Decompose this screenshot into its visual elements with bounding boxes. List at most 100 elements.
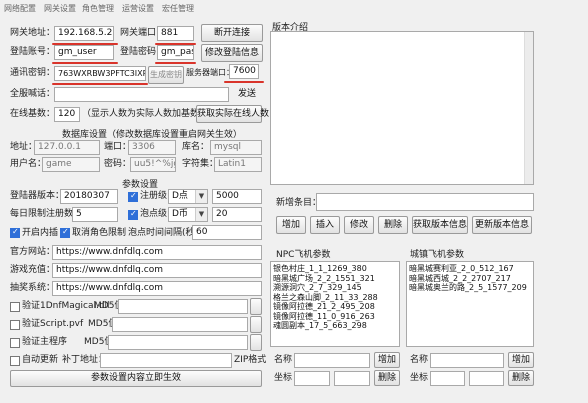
menu-item-network[interactable]: 网络配置 bbox=[4, 3, 36, 14]
npc-delete-button[interactable]: 删除 bbox=[374, 370, 400, 386]
lottery-label: 抽奖系统： bbox=[10, 283, 56, 293]
apply-params-button[interactable]: 参数设置内容立即生效 bbox=[10, 370, 262, 387]
db-charset-input[interactable]: Latin1 bbox=[214, 157, 262, 172]
highlight-underline bbox=[52, 83, 148, 85]
register-checkbox[interactable] bbox=[128, 191, 138, 202]
disconnect-button[interactable]: 断开连接 bbox=[201, 24, 263, 42]
version-insert-button[interactable]: 插入 bbox=[310, 216, 340, 234]
official-site-label: 官方网站： bbox=[10, 247, 56, 257]
login-password-input[interactable]: gm_pass bbox=[157, 45, 194, 60]
db-user-input[interactable]: game bbox=[42, 157, 100, 172]
city-add-button[interactable]: 增加 bbox=[508, 352, 534, 368]
official-site-input[interactable]: https://www.dnfdlq.com bbox=[52, 245, 262, 260]
verify-main-md5-input[interactable] bbox=[108, 335, 248, 350]
version-intro-textarea[interactable] bbox=[270, 31, 534, 185]
npc-coord-x-input[interactable] bbox=[294, 371, 330, 386]
online-base-input[interactable]: 120 bbox=[54, 107, 80, 122]
verify-pvf-md5-input[interactable] bbox=[112, 317, 248, 332]
city-list[interactable]: 暗黑城赛利亚_2_0_512_167 暗黑城西城_2_2_2707_217 暗黑… bbox=[406, 261, 534, 347]
recharge-input[interactable]: https://www.dnfdlq.com bbox=[52, 263, 262, 278]
db-charset-label: 字符集： bbox=[182, 159, 219, 169]
version-scrollbar[interactable] bbox=[524, 32, 533, 184]
db-port-input[interactable]: 3306 bbox=[128, 140, 176, 155]
daily-limit-input[interactable]: 5 bbox=[72, 207, 118, 222]
db-port-label: 端口： bbox=[104, 142, 132, 152]
npc-coord-label: 坐标 bbox=[274, 373, 293, 383]
city-name-input[interactable] bbox=[430, 353, 504, 368]
gateway-address-input[interactable]: 192.168.5.235 bbox=[54, 26, 114, 41]
city-coord-y-input[interactable] bbox=[469, 371, 504, 386]
npc-group-title: NPC飞机参数 bbox=[276, 250, 331, 260]
list-item[interactable]: 银色村庄_1_1_1269_380 bbox=[271, 264, 399, 274]
launcher-version-label: 登陆器版本： bbox=[10, 191, 65, 201]
version-delete-button[interactable]: 删除 bbox=[378, 216, 408, 234]
gateway-address-label: 网关地址： bbox=[10, 28, 56, 38]
bubble-time-input[interactable]: 60 bbox=[192, 225, 262, 240]
auto-update-checkbox[interactable] bbox=[10, 356, 20, 366]
highlight-underline bbox=[224, 81, 264, 83]
verify-dll-checkbox[interactable] bbox=[10, 302, 20, 312]
comm-key-input[interactable]: 763WXRBW3PFTC3IXPFWH bbox=[54, 66, 146, 81]
npc-list[interactable]: 银色村庄_1_1_1269_380 暗黑城广场_2_2_1551_321 溯源洞… bbox=[270, 261, 400, 347]
version-add-button[interactable]: 增加 bbox=[276, 216, 306, 234]
list-item[interactable]: 暗黑城西城_2_2_2707_217 bbox=[407, 274, 533, 284]
db-addr-input[interactable]: 127.0.0.1 bbox=[34, 140, 100, 155]
launcher-version-input[interactable]: 20180307 bbox=[60, 189, 118, 204]
gateway-port-input[interactable]: 881 bbox=[157, 26, 194, 41]
generate-key-button[interactable]: 生成密钥 bbox=[148, 66, 184, 84]
bubble-amount-input[interactable]: 20 bbox=[212, 207, 262, 222]
list-item[interactable]: 暗黑城奥兰的路_2_5_1577_209 bbox=[407, 283, 533, 293]
update-version-info-button[interactable]: 更新版本信息 bbox=[472, 216, 532, 234]
new-item-input[interactable] bbox=[316, 193, 534, 211]
bubble-currency-select[interactable]: D币 ▼ bbox=[168, 207, 208, 222]
open-inside-checkbox[interactable] bbox=[10, 227, 20, 238]
get-online-button[interactable]: 获取实际在线人数 bbox=[196, 105, 269, 123]
menu-item-gateway[interactable]: 网关设置 bbox=[44, 3, 76, 14]
verify-main-checkbox[interactable] bbox=[10, 338, 20, 348]
get-version-info-button[interactable]: 获取版本信息 bbox=[412, 216, 468, 234]
server-port-label: 服务器端口： bbox=[186, 68, 234, 77]
list-item[interactable]: 暗黑城广场_2_2_1551_321 bbox=[271, 274, 399, 284]
verify-main-label: 验证主程序 bbox=[22, 337, 68, 347]
npc-add-button[interactable]: 增加 bbox=[374, 352, 400, 368]
list-item[interactable]: 溯源洞穴_2_7_329_145 bbox=[271, 283, 399, 293]
list-item[interactable]: 魂圆副本_17_5_663_298 bbox=[271, 321, 399, 331]
lottery-input[interactable]: https://www.dnfdlq.com bbox=[52, 281, 262, 296]
register-amount-input[interactable]: 5000 bbox=[212, 189, 262, 204]
verify-dll-md5-input[interactable] bbox=[118, 299, 248, 314]
announce-input[interactable] bbox=[54, 87, 229, 102]
city-coord-x-input[interactable] bbox=[430, 371, 465, 386]
list-item[interactable]: 镜像阿拉德_21_2_495_208 bbox=[271, 302, 399, 312]
city-name-label: 名称 bbox=[410, 355, 429, 365]
npc-coord-y-input[interactable] bbox=[334, 371, 370, 386]
verify-pvf-checkbox[interactable] bbox=[10, 320, 20, 330]
verify-dll-browse-button[interactable] bbox=[250, 298, 262, 315]
list-item[interactable]: 格兰之森山脚_2_11_33_288 bbox=[271, 293, 399, 303]
list-item[interactable]: 镜像阿拉德_11_0_916_263 bbox=[271, 312, 399, 322]
modify-login-button[interactable]: 修改登陆信息 bbox=[201, 44, 263, 62]
db-name-input[interactable]: mysql bbox=[210, 140, 262, 155]
menu-bar: 网络配置 网关设置 角色管理 运营设置 宏任管理 bbox=[0, 0, 588, 14]
server-port-input[interactable]: 7600 bbox=[229, 64, 259, 79]
db-group-title: 数据库设置（修改数据库设置重启网关生效） bbox=[62, 130, 243, 140]
bubble-checkbox[interactable] bbox=[128, 209, 138, 220]
patch-address-input[interactable] bbox=[100, 353, 232, 368]
cancel-role-label: 取消角色限制 bbox=[72, 228, 127, 238]
db-pass-input[interactable]: uu5!^%jg bbox=[130, 157, 176, 172]
send-button[interactable]: 发送 bbox=[232, 86, 262, 104]
login-account-input[interactable]: gm_user bbox=[54, 45, 114, 60]
db-user-label: 用户名： bbox=[10, 159, 47, 169]
cancel-role-checkbox[interactable] bbox=[60, 227, 70, 238]
city-group-title: 城镇飞机参数 bbox=[410, 250, 465, 260]
verify-main-browse-button[interactable] bbox=[250, 334, 262, 351]
menu-item-roles[interactable]: 角色管理 bbox=[82, 3, 114, 14]
city-delete-button[interactable]: 删除 bbox=[508, 370, 534, 386]
menu-item-ops[interactable]: 运营设置 bbox=[122, 3, 154, 14]
zip-format-label: ZIP格式 bbox=[234, 355, 267, 365]
version-modify-button[interactable]: 修改 bbox=[344, 216, 374, 234]
npc-name-input[interactable] bbox=[294, 353, 370, 368]
verify-pvf-browse-button[interactable] bbox=[250, 316, 262, 333]
register-currency-select[interactable]: D点 ▼ bbox=[168, 189, 208, 204]
list-item[interactable]: 暗黑城赛利亚_2_0_512_167 bbox=[407, 264, 533, 274]
menu-item-macro[interactable]: 宏任管理 bbox=[162, 3, 194, 14]
